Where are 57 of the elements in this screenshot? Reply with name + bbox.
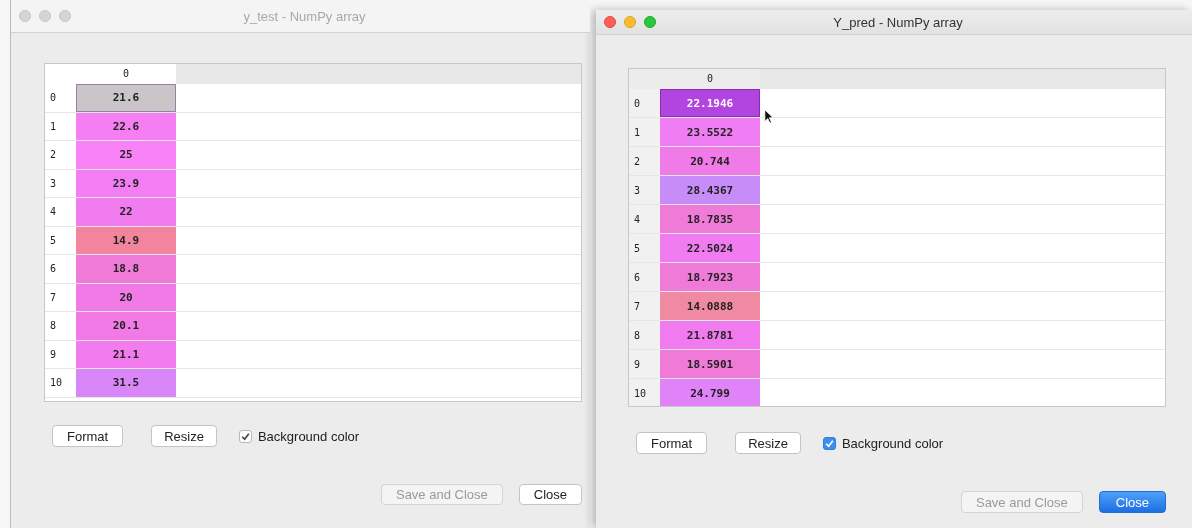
table-cell[interactable]: 21.6 (76, 84, 176, 112)
row-index: 0 (49, 91, 58, 106)
row-index: 5 (49, 233, 58, 248)
table-cell[interactable]: 28.4367 (660, 176, 760, 204)
row-index: 8 (49, 319, 58, 334)
row-index: 9 (629, 350, 660, 378)
row-index: 3 (49, 176, 58, 191)
row-index: 1 (629, 118, 660, 146)
table-cell[interactable]: 21.1 (76, 340, 176, 368)
table-cell[interactable]: 14.0888 (660, 292, 760, 320)
toolbar-button[interactable]: Resize (735, 432, 801, 454)
table-cell[interactable]: 22.5024 (660, 234, 760, 262)
table-cell[interactable]: 18.8 (76, 255, 176, 283)
minimize-window-icon[interactable] (624, 16, 636, 28)
row-index: 8 (629, 321, 660, 349)
row-index: 7 (49, 290, 58, 305)
table-cell[interactable]: 18.5901 (660, 350, 760, 378)
table-cell[interactable]: 22 (76, 198, 176, 226)
row-index: 4 (629, 205, 660, 233)
checkbox-label[interactable]: Background color (841, 435, 944, 451)
row-index: 3 (629, 176, 660, 204)
table-cell[interactable]: 22.6 (76, 112, 176, 140)
table-cell[interactable]: 20 (76, 283, 176, 311)
table-cell[interactable]: 25 (76, 141, 176, 169)
window-title: y_test - NumPy array (243, 8, 366, 24)
table-cell[interactable]: 23.5522 (660, 118, 760, 146)
table-cell[interactable]: 22.1946 (660, 89, 760, 117)
row-index: 5 (629, 234, 660, 262)
row-index: 0 (629, 89, 660, 117)
dialog-button[interactable]: Close (1098, 491, 1166, 513)
corner-header-cell (629, 69, 660, 89)
table-cell[interactable]: 20.1 (76, 312, 176, 340)
row-index: 4 (49, 205, 58, 220)
window-title: Y_pred - NumPy array (833, 14, 963, 30)
close-window-icon[interactable] (604, 16, 616, 28)
row-index: 6 (629, 263, 660, 291)
table-cell[interactable]: 21.8781 (660, 321, 760, 349)
row-index: 6 (49, 262, 58, 277)
row-index: 9 (49, 347, 58, 362)
zoom-window-icon[interactable] (644, 16, 656, 28)
table-cell[interactable]: 18.7923 (660, 263, 760, 291)
table-cell[interactable]: 18.7835 (660, 205, 760, 233)
table-cell[interactable]: 20.744 (660, 147, 760, 175)
row-index: 10 (629, 379, 660, 406)
table-cell[interactable]: 23.9 (76, 169, 176, 197)
mouse-pointer-icon (764, 109, 774, 124)
checkbox[interactable] (822, 436, 836, 450)
column-header[interactable]: 0 (660, 69, 760, 89)
row-index: 10 (49, 376, 64, 391)
table-cell[interactable]: 31.5 (76, 369, 176, 397)
table-cell[interactable]: 24.799 (660, 379, 760, 406)
row-index: 1 (49, 119, 58, 134)
row-index: 2 (629, 147, 660, 175)
row-index: 7 (629, 292, 660, 320)
row-index: 2 (49, 148, 58, 163)
toolbar-button[interactable]: Format (636, 432, 708, 454)
table-cell[interactable]: 14.9 (76, 226, 176, 254)
